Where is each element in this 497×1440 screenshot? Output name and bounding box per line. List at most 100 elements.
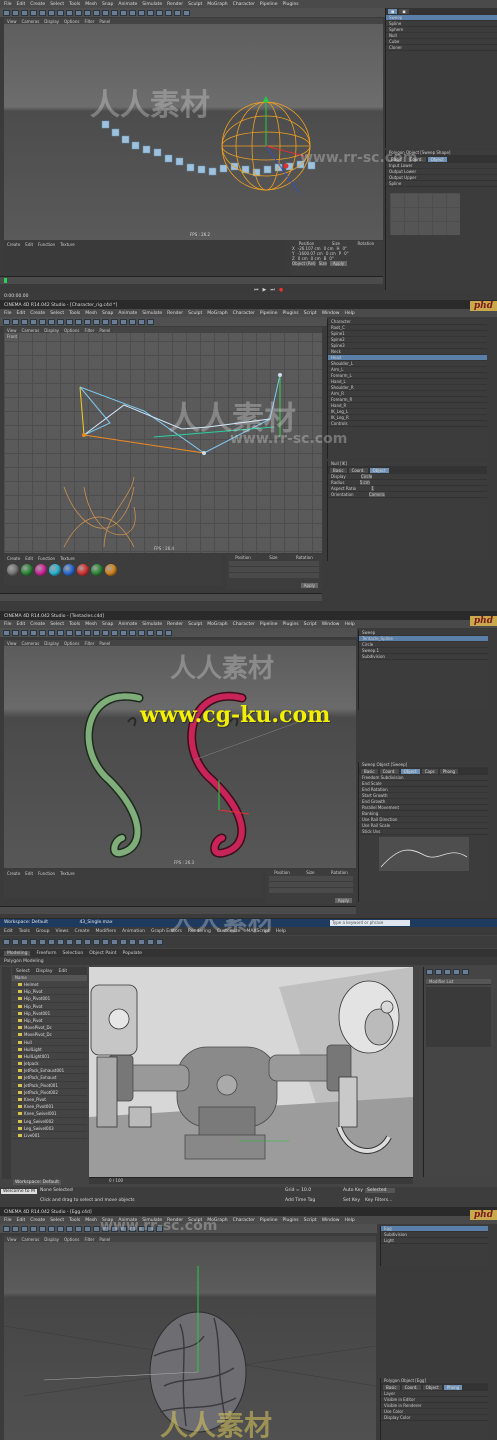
menu-item-sculpt[interactable]: Sculpt bbox=[188, 622, 202, 627]
size-select[interactable]: Size bbox=[318, 261, 327, 266]
param-row[interactable]: Orientation Camera bbox=[328, 492, 487, 498]
move-icon[interactable] bbox=[30, 629, 37, 636]
tab-phong[interactable]: Phong bbox=[439, 769, 459, 774]
menu-item-plugins[interactable]: Plugins bbox=[283, 2, 299, 7]
menu-item-mesh[interactable]: Mesh bbox=[85, 311, 97, 316]
menu-item-window[interactable]: Window bbox=[322, 311, 340, 316]
material-swatch[interactable] bbox=[63, 564, 75, 576]
menu-item-views[interactable]: Views bbox=[56, 929, 69, 934]
param-value[interactable]: Circle bbox=[361, 474, 373, 479]
menu-item-create[interactable]: Create bbox=[30, 311, 45, 316]
array-icon[interactable] bbox=[147, 9, 154, 16]
camera-icon[interactable] bbox=[138, 629, 145, 636]
menu-item-create[interactable]: Create bbox=[75, 929, 90, 934]
param-row[interactable]: Display Color bbox=[381, 1415, 488, 1421]
param-value[interactable]: 1 bbox=[371, 486, 374, 491]
z-axis-icon[interactable] bbox=[75, 1225, 82, 1232]
tab-selection[interactable]: Selection bbox=[63, 951, 84, 956]
front-viewport[interactable]: View Cameras Display Options Filter Pane… bbox=[4, 327, 322, 553]
move-icon[interactable] bbox=[30, 9, 37, 16]
tab-edit[interactable]: Edit bbox=[58, 969, 67, 974]
undo-icon[interactable] bbox=[3, 318, 10, 325]
material-menu-function[interactable]: Function bbox=[38, 242, 55, 247]
undo-icon[interactable] bbox=[3, 939, 10, 945]
mirror-icon[interactable] bbox=[102, 939, 109, 945]
floor-icon[interactable] bbox=[156, 629, 163, 636]
scale-curve-graph[interactable] bbox=[379, 837, 469, 871]
rotate-icon[interactable] bbox=[48, 629, 55, 636]
menu-item-render[interactable]: Render bbox=[167, 311, 183, 316]
material-menu-edit[interactable]: Edit bbox=[25, 556, 33, 561]
menu-item-file[interactable]: File bbox=[4, 1218, 12, 1223]
render-setup-icon[interactable] bbox=[138, 939, 145, 945]
scene-item[interactable]: MovePivot_Dc bbox=[12, 1031, 87, 1039]
snap-icon[interactable] bbox=[84, 939, 91, 945]
tab-populate[interactable]: Populate bbox=[123, 951, 143, 956]
move-icon[interactable] bbox=[30, 318, 37, 325]
z-axis-icon[interactable] bbox=[75, 629, 82, 636]
menu-item-window[interactable]: Window bbox=[322, 1218, 340, 1223]
menu-item-mesh[interactable]: Mesh bbox=[85, 2, 97, 7]
param-row[interactable]: Spline bbox=[386, 181, 497, 187]
key-filters-button[interactable]: Key Filters... bbox=[365, 1198, 392, 1203]
subdivision-icon[interactable] bbox=[138, 9, 145, 16]
subdivision-icon[interactable] bbox=[120, 1225, 127, 1232]
param-value[interactable]: Camera bbox=[368, 492, 385, 497]
menu-item-render[interactable]: Render bbox=[167, 2, 183, 7]
menu-item-maxscript[interactable]: MAXScript bbox=[247, 929, 270, 934]
scene-item[interactable]: JetPack_Exhaust001 bbox=[12, 1067, 87, 1075]
scale-icon[interactable] bbox=[39, 318, 46, 325]
menu-item-mograph[interactable]: MoGraph bbox=[207, 1218, 227, 1223]
rotate-icon[interactable] bbox=[48, 318, 55, 325]
scale-icon[interactable] bbox=[75, 939, 82, 945]
set-key-button[interactable]: Set Key bbox=[343, 1198, 360, 1203]
goto-start-icon[interactable]: ⏮ bbox=[254, 287, 259, 293]
coord-rotation-p[interactable]: 0° bbox=[344, 251, 349, 256]
modify-tab-icon[interactable] bbox=[435, 969, 442, 975]
unlink-icon[interactable] bbox=[30, 939, 37, 945]
menu-item-select[interactable]: Select bbox=[50, 622, 64, 627]
tab-phong[interactable]: Phong bbox=[443, 1385, 463, 1390]
tab-basic[interactable]: Basic bbox=[383, 1385, 400, 1390]
goto-end-icon[interactable]: ⏭ bbox=[270, 287, 275, 293]
material-menu-texture[interactable]: Texture bbox=[60, 871, 75, 876]
redo-icon[interactable] bbox=[12, 318, 19, 325]
menu-item-mograph[interactable]: MoGraph bbox=[207, 622, 227, 627]
menu-item-character[interactable]: Character bbox=[233, 2, 255, 7]
menu-item-snap[interactable]: Snap bbox=[102, 622, 113, 627]
scale-icon[interactable] bbox=[39, 9, 46, 16]
menu-item-simulate[interactable]: Simulate bbox=[142, 2, 162, 7]
undo-icon[interactable] bbox=[3, 9, 10, 16]
menu-item-select[interactable]: Select bbox=[50, 311, 64, 316]
menu-item-select[interactable]: Select bbox=[50, 1218, 64, 1223]
tab-basic[interactable]: Basic bbox=[388, 157, 405, 162]
scene-item[interactable]: JetPack_Pivot001 bbox=[12, 1082, 87, 1089]
tab-object[interactable]: Object bbox=[369, 468, 389, 473]
tab-modeling[interactable]: Modeling bbox=[4, 950, 31, 956]
material-menu-create[interactable]: Create bbox=[7, 242, 20, 247]
hierarchy-tab-icon[interactable] bbox=[444, 969, 451, 975]
x-axis-icon[interactable] bbox=[57, 629, 64, 636]
y-axis-icon[interactable] bbox=[66, 1225, 73, 1232]
menu-item-snap[interactable]: Snap bbox=[102, 2, 113, 7]
live-select-icon[interactable] bbox=[21, 318, 28, 325]
array-icon[interactable] bbox=[165, 629, 172, 636]
menu-item-file[interactable]: File bbox=[4, 311, 12, 316]
scene-item[interactable]: Leg_Swivel002 bbox=[12, 1118, 87, 1125]
scene-item[interactable]: Hip_Pivot001 bbox=[12, 995, 87, 1003]
tab-object-paint[interactable]: Object Paint bbox=[89, 951, 116, 956]
menu-item-animate[interactable]: Animate bbox=[118, 311, 137, 316]
cube-icon[interactable] bbox=[102, 1225, 109, 1232]
menu-item-snap[interactable]: Snap bbox=[102, 1218, 113, 1223]
tab-objects[interactable]: ◼ bbox=[388, 9, 398, 14]
menu-item-mesh[interactable]: Mesh bbox=[85, 622, 97, 627]
material-menu-texture[interactable]: Texture bbox=[60, 242, 75, 247]
scene-item[interactable]: Hip_Pivot bbox=[12, 1017, 87, 1025]
render-view-icon[interactable] bbox=[93, 9, 100, 16]
material-menu-function[interactable]: Function bbox=[38, 556, 55, 561]
pen-icon[interactable] bbox=[111, 318, 118, 325]
scene-item[interactable]: Knee_Pivot001 bbox=[12, 1103, 87, 1111]
welcome-field[interactable]: Welcome to M bbox=[1, 1189, 37, 1194]
subdivision-icon[interactable] bbox=[120, 318, 127, 325]
select-by-name-icon[interactable] bbox=[48, 939, 55, 945]
